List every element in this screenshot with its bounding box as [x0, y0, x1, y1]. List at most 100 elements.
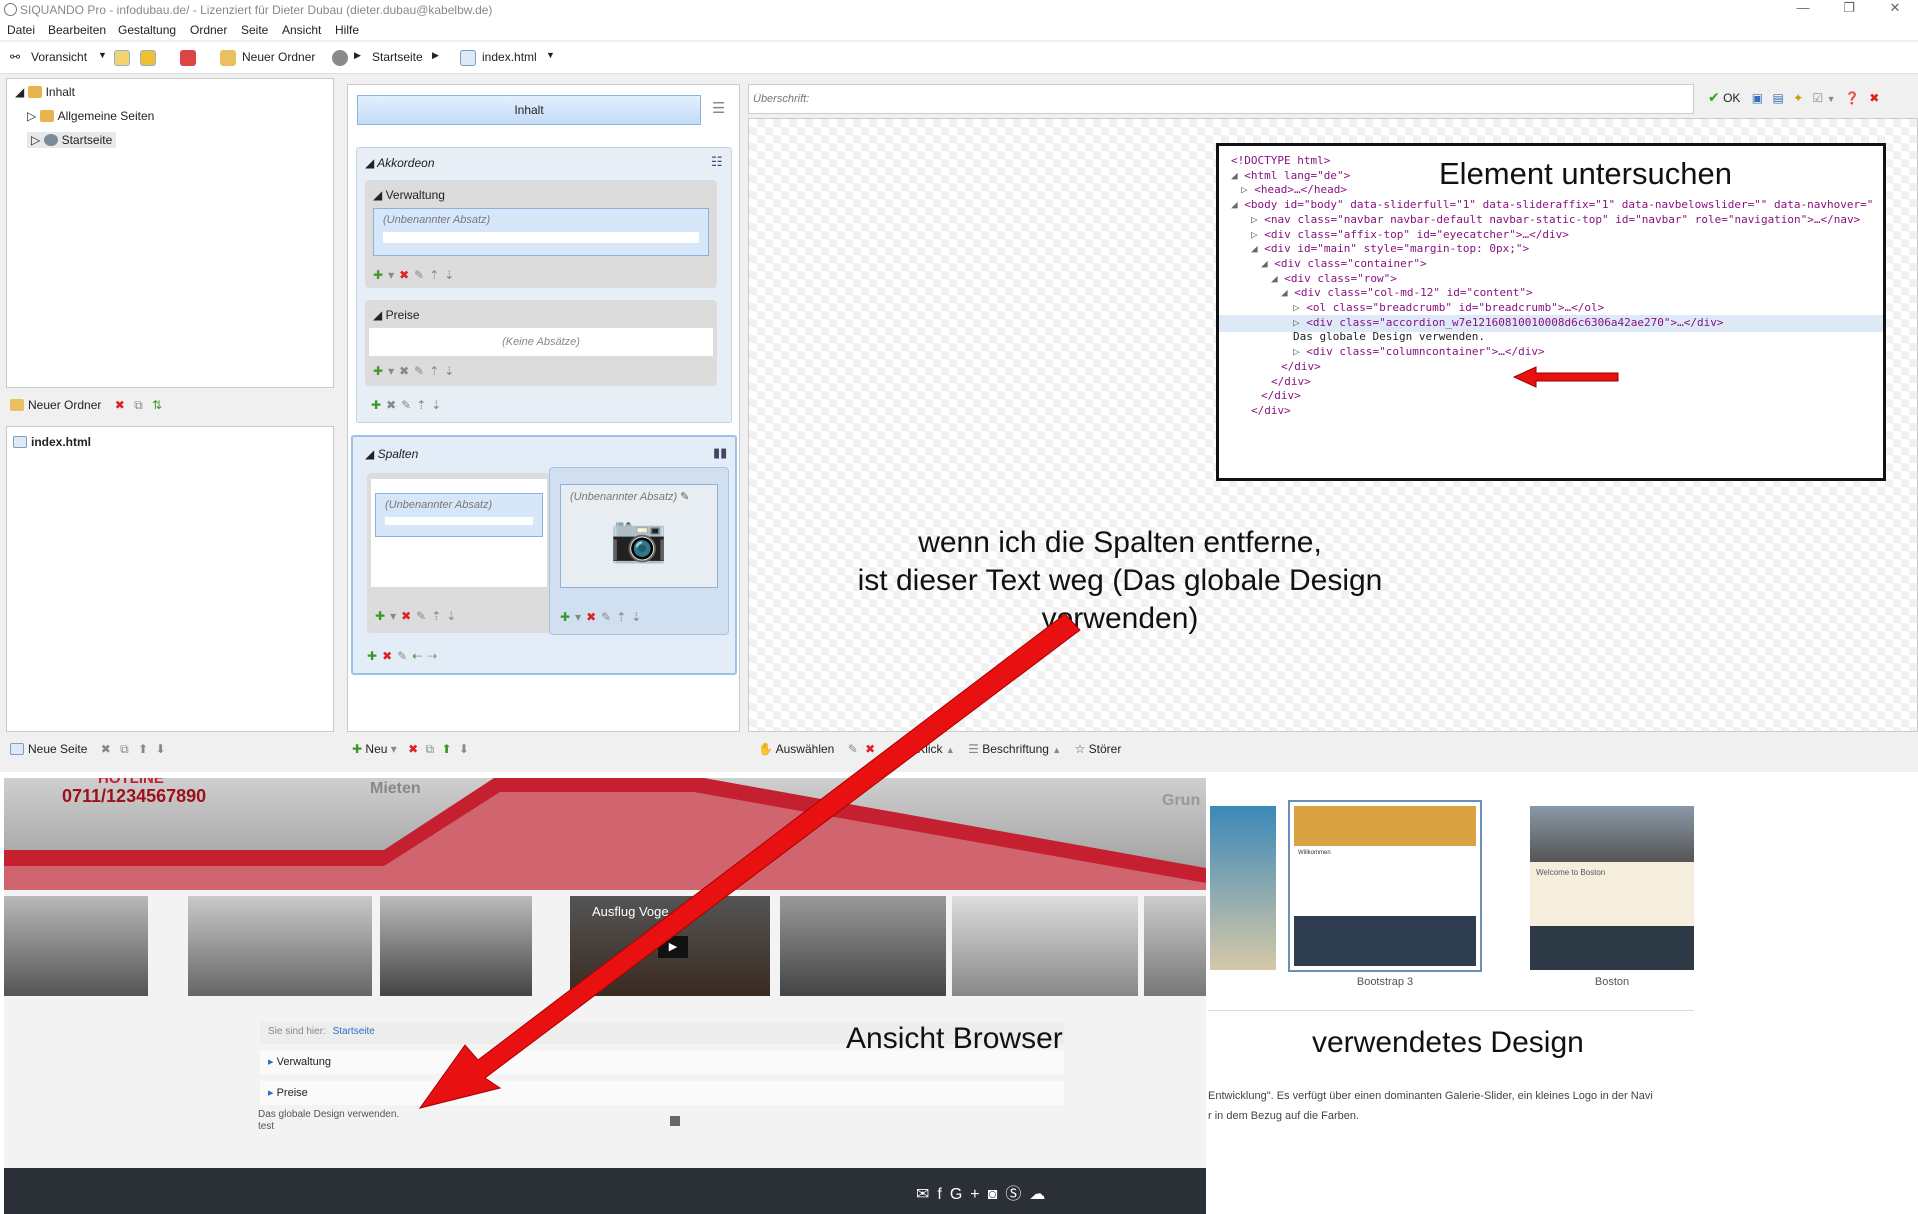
down-arrow-icon[interactable]: ⇣: [431, 398, 446, 412]
add-icon[interactable]: ✚: [367, 649, 382, 663]
new-folder-button[interactable]: Neuer Ordner: [242, 50, 315, 64]
expand-toggle-icon[interactable]: ▷: [1251, 213, 1264, 226]
tree-root[interactable]: ◢ Inhalt: [15, 85, 75, 99]
design-icon[interactable]: [180, 50, 196, 66]
mail-icon[interactable]: ✉: [916, 1186, 937, 1203]
dropdown-arrow-icon[interactable]: ▾: [390, 609, 401, 623]
add-icon[interactable]: ✚: [371, 398, 386, 412]
dom-node-line[interactable]: ▷ <div class="accordion_w7e1216081001000…: [1293, 316, 1723, 329]
up-arrow-icon[interactable]: ⇡: [416, 398, 431, 412]
expand-toggle-icon[interactable]: ◢: [1271, 272, 1284, 285]
spalten-header[interactable]: ◢ Spalten: [365, 447, 418, 461]
expand-toggle-icon[interactable]: ▷: [1241, 183, 1254, 196]
copy-icon[interactable]: ⧉: [134, 398, 143, 412]
dom-node-line[interactable]: </div>: [1251, 404, 1291, 417]
expand-toggle-icon[interactable]: ◢: [1251, 242, 1264, 255]
new-button[interactable]: Neu: [365, 742, 387, 756]
thumb-edge[interactable]: [1144, 896, 1206, 996]
up-arrow-icon[interactable]: ⇡: [616, 610, 631, 624]
accordion-preise[interactable]: ▸ Preise: [260, 1081, 1064, 1105]
breadcrumb-link[interactable]: Startseite: [333, 1026, 375, 1037]
expand-toggle-icon[interactable]: ▷: [1251, 228, 1264, 241]
list-view-icon[interactable]: ☰: [712, 99, 725, 117]
thumb-roof[interactable]: [380, 896, 532, 996]
edit-icon[interactable]: ✎: [416, 609, 431, 623]
dom-node-line[interactable]: ▷ <div class="columncontainer">…</div>: [1293, 345, 1545, 358]
thumb-video[interactable]: Ausflug Voge ▶: [570, 896, 770, 996]
caret-up-icon[interactable]: ▲: [1052, 745, 1061, 755]
down-arrow-icon[interactable]: ⇣: [446, 609, 461, 623]
expand-toggle-icon[interactable]: ◢: [1231, 169, 1244, 182]
delete-icon[interactable]: ✖: [408, 742, 418, 756]
layout-icon[interactable]: [140, 50, 156, 66]
edit-icon[interactable]: ✎: [414, 268, 429, 282]
select-button[interactable]: Auswählen: [776, 742, 835, 756]
up-arrow-icon[interactable]: ⬆: [138, 742, 148, 756]
delete-icon[interactable]: ✖: [386, 398, 401, 412]
caret-up-icon[interactable]: ▲: [946, 745, 955, 755]
globe-icon[interactable]: [332, 50, 348, 66]
soundcloud-icon[interactable]: ☁: [1029, 1186, 1053, 1203]
down-arrow-icon[interactable]: ⬇: [459, 742, 469, 756]
menu-seite[interactable]: Seite: [241, 23, 268, 37]
dom-node-line[interactable]: ▷ <ol class="breadcrumb" id="breadcrumb"…: [1293, 301, 1604, 314]
heading-input[interactable]: [753, 89, 1693, 109]
new-folder-button[interactable]: Neuer Ordner: [28, 398, 101, 412]
akkordeon-header[interactable]: ◢ Akkordeon: [365, 156, 435, 170]
thumb-building[interactable]: [188, 896, 372, 996]
close-icon[interactable]: ✕: [1872, 0, 1918, 20]
copy-icon[interactable]: ⧉: [120, 742, 129, 756]
dom-node-line[interactable]: ▷ <div class="affix-top" id="eyecatcher"…: [1251, 228, 1569, 241]
play-icon[interactable]: ▶: [658, 936, 688, 958]
menu-ansicht[interactable]: Ansicht: [282, 23, 321, 37]
edit-box-icon[interactable]: ☑: [1813, 91, 1824, 105]
delete-icon[interactable]: ✖: [865, 742, 875, 756]
dropdown-arrow-icon[interactable]: ▾: [391, 742, 397, 756]
thumb-facade[interactable]: [780, 896, 946, 996]
expand-toggle-icon[interactable]: ◢: [1281, 286, 1294, 299]
delete-icon[interactable]: ✖: [586, 610, 601, 624]
list-indent-icon[interactable]: ☷: [711, 154, 723, 170]
expand-toggle-icon[interactable]: ▷: [1293, 301, 1306, 314]
theme-thumb-partial[interactable]: [1210, 806, 1276, 970]
dropdown-arrow-icon[interactable]: ▼: [546, 50, 555, 60]
breadcrumb-startseite[interactable]: Startseite: [372, 50, 423, 64]
copy-icon[interactable]: ⧉: [426, 742, 435, 756]
expand-toggle-icon[interactable]: ◢: [1231, 198, 1244, 211]
dom-node-line[interactable]: ◢ <div class="container">: [1261, 257, 1427, 270]
new-page-button[interactable]: Neue Seite: [28, 742, 87, 756]
add-icon[interactable]: ✚: [373, 364, 388, 378]
dom-node-line[interactable]: ▷ <head>…</head>: [1241, 183, 1347, 196]
dom-node-line[interactable]: <!DOCTYPE html>: [1231, 154, 1330, 167]
menu-datei[interactable]: Datei: [7, 23, 35, 37]
dom-node-line[interactable]: ◢ <div class="col-md-12" id="content">: [1281, 286, 1533, 299]
thumb-interior[interactable]: [952, 896, 1138, 996]
menu-gestaltung[interactable]: Gestaltung: [118, 23, 176, 37]
right-arrow-icon[interactable]: ⇢: [427, 649, 442, 663]
close-editor-icon[interactable]: ✖: [1869, 91, 1879, 105]
up-arrow-icon[interactable]: ⇡: [429, 268, 444, 282]
edit-icon[interactable]: ✎: [414, 364, 429, 378]
sort-icon[interactable]: ⇅: [152, 398, 162, 412]
dropdown-arrow-icon[interactable]: ▾: [388, 268, 399, 282]
restore-icon[interactable]: ❐: [1826, 0, 1872, 20]
googleplus-icon[interactable]: G+: [950, 1186, 988, 1203]
dom-node-line[interactable]: ▷ <nav class="navbar navbar-default navb…: [1251, 213, 1860, 226]
add-icon[interactable]: ✚: [560, 610, 575, 624]
dropdown-arrow-icon[interactable]: ▼: [98, 50, 107, 60]
dom-node-line[interactable]: ◢ <body id="body" data-sliderfull="1" da…: [1231, 198, 1873, 211]
delete-icon[interactable]: ✖: [101, 742, 111, 756]
help-icon[interactable]: ❓: [1845, 91, 1860, 105]
theme-boston[interactable]: Welcome to Boston: [1530, 806, 1694, 970]
dropdown-arrow-icon[interactable]: ▼: [1827, 94, 1836, 104]
theme-bootstrap3[interactable]: Willkommen: [1288, 800, 1482, 972]
delete-icon[interactable]: ✖: [401, 609, 416, 623]
delete-icon[interactable]: ✖: [399, 364, 414, 378]
wand-icon[interactable]: ✦: [1793, 91, 1803, 105]
menu-hilfe[interactable]: Hilfe: [335, 23, 359, 37]
dom-node-line[interactable]: ◢ <div class="row">: [1271, 272, 1397, 285]
dropdown-arrow-icon[interactable]: ▾: [575, 610, 586, 624]
instagram-icon[interactable]: ◙: [988, 1186, 1006, 1203]
expand-toggle-icon[interactable]: ◢: [1261, 257, 1274, 270]
expand-toggle-icon[interactable]: ▷: [1293, 345, 1306, 358]
